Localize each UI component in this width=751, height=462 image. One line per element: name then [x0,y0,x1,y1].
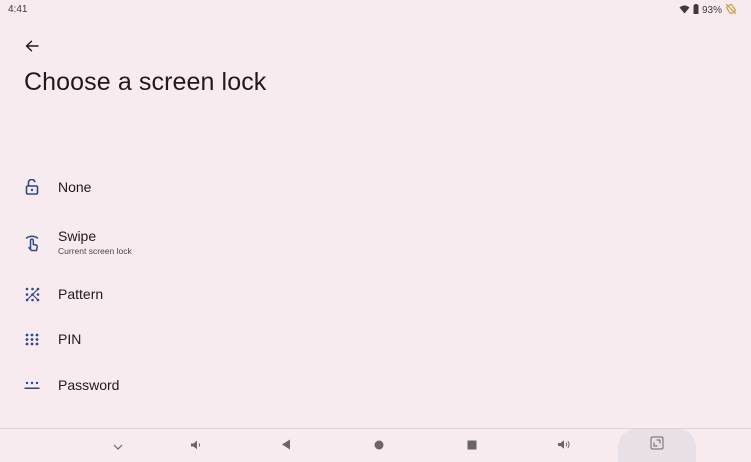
back-button[interactable] [20,36,44,60]
status-icons: 93% [679,3,737,18]
volume-down-button[interactable] [176,429,216,462]
no-sim-icon [725,3,737,18]
hide-nav-button[interactable] [98,429,138,462]
back-triangle-icon [281,437,291,455]
pin-keypad-icon [22,329,42,349]
password-icon [22,375,42,395]
option-pattern[interactable]: Pattern [0,272,751,316]
status-bar: 4:41 93% [0,0,751,22]
chevron-down-icon [113,437,123,455]
recents-nav-button[interactable] [452,429,492,462]
battery-percent: 93% [701,5,722,16]
option-swipe-label: Swipe [58,228,97,244]
back-nav-button[interactable] [266,429,306,462]
home-nav-button[interactable] [359,429,399,462]
option-password-label: Password [58,377,120,393]
option-pin[interactable]: PIN [0,317,751,361]
wifi-icon [679,5,690,17]
volume-up-button[interactable] [544,429,584,462]
volume-down-icon [190,437,202,455]
rotate-screen-icon [650,436,664,455]
option-pattern-label: Pattern [58,286,104,302]
open-lock-icon [22,177,42,197]
navigation-bar [0,428,751,462]
rotate-screen-button[interactable] [637,429,677,462]
option-pin-label: PIN [58,331,82,347]
back-arrow-icon [25,39,39,57]
pattern-icon [22,284,42,304]
option-swipe-subtitle: Current screen lock [58,246,132,256]
battery-icon [693,4,699,17]
page-title: Choose a screen lock [24,68,267,96]
option-none-label: None [58,179,92,195]
swipe-icon [22,233,42,253]
home-circle-icon [374,437,384,455]
volume-up-icon [557,437,571,455]
option-swipe[interactable]: Swipe Current screen lock [0,222,751,266]
option-none[interactable]: None [0,165,751,209]
option-password[interactable]: Password [0,363,751,407]
recents-square-icon [467,437,477,455]
status-time: 4:41 [8,4,28,15]
